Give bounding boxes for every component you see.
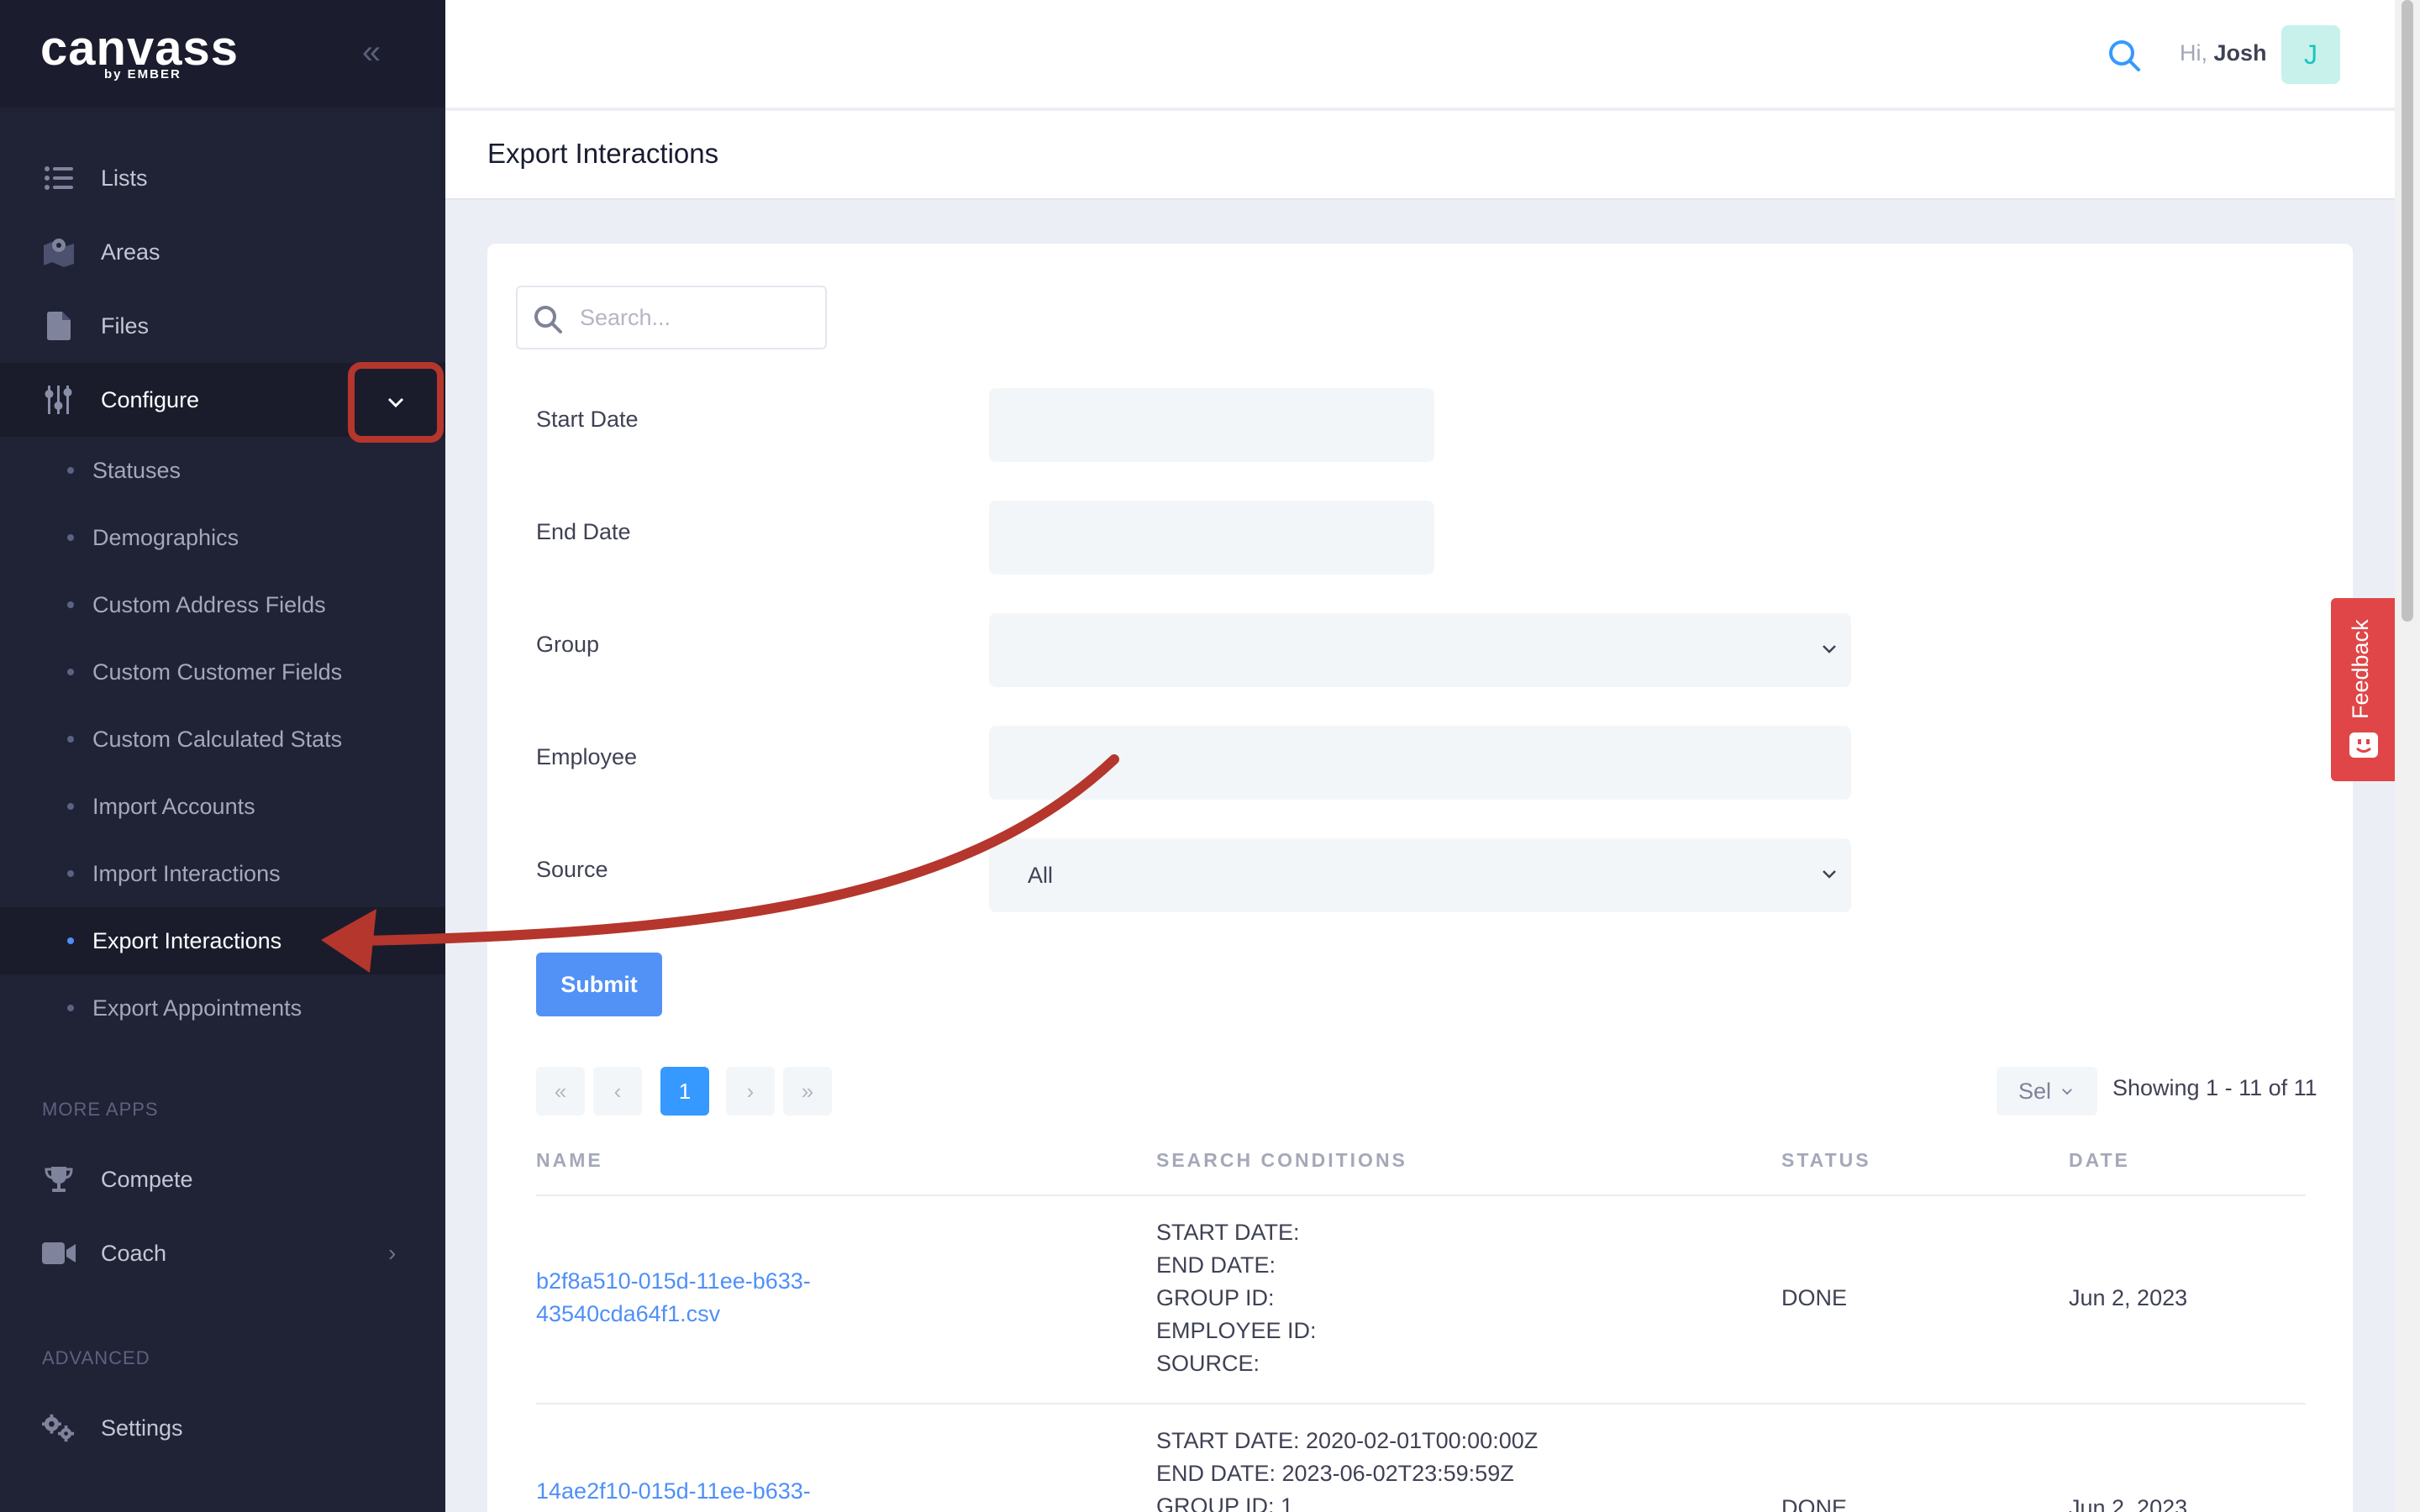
sidebar-item-files[interactable]: Files [0,289,445,363]
table-row-2-status: DONE [1781,1495,1848,1512]
sidebar: canvass by EMBER « Lists Areas Files Con… [0,0,445,1512]
page-title: Export Interactions [487,138,719,169]
source-label: Source [536,857,608,882]
video-icon [42,1236,76,1270]
canvass-logo[interactable]: canvass by EMBER [40,24,239,82]
submit-button[interactable]: Submit [536,953,662,1016]
search-input[interactable] [580,301,815,334]
chevron-down-icon [1823,870,1836,879]
feedback-face-icon [2349,732,2378,758]
start-date-label: Start Date [536,407,639,432]
collapse-sidebar-icon[interactable]: « [353,34,390,71]
column-header-date[interactable]: DATE [2069,1149,2130,1172]
page-scrollbar[interactable] [2395,0,2420,1512]
table-row-1-status: DONE [1781,1285,1848,1310]
search-icon [533,304,563,334]
sidebar-subitem-demographics[interactable]: Demographics [0,504,445,571]
start-date-input[interactable] [989,388,1434,462]
employee-label: Employee [536,744,638,769]
pagination-first-button[interactable]: « [536,1067,585,1116]
map-icon [42,235,76,269]
table-row-1-name-link[interactable]: b2f8a510-015d-11ee-b633- 43540cda64f1.cs… [536,1265,811,1331]
sidebar-item-compete[interactable]: Compete [0,1142,445,1216]
group-select[interactable] [989,613,1851,687]
sidebar-subitem-import-accounts[interactable]: Import Accounts [0,773,445,840]
table-row-1-conditions: START DATE: END DATE: GROUP ID: EMPLOYEE… [1156,1220,1317,1376]
advanced-section-title: ADVANCED [42,1347,150,1368]
subheader: Export Interactions [445,111,2395,200]
feedback-tab[interactable]: Feedback [2331,598,2395,781]
search-icon[interactable] [2107,39,2141,72]
sidebar-subitem-statuses[interactable]: Statuses [0,437,445,504]
table-row-1-date: Jun 2, 2023 [2069,1285,2188,1310]
chevron-right-icon: › [388,1240,397,1266]
table-row-divider [536,1403,2306,1404]
group-label: Group [536,632,600,657]
avatar[interactable]: J [2281,25,2340,84]
chevron-down-icon [387,397,404,407]
gears-icon [42,1411,76,1445]
sidebar-item-coach[interactable]: Coach › [0,1216,445,1290]
table-row-2-name-link[interactable]: 14ae2f10-015d-11ee-b633- [536,1475,811,1508]
pagination-last-button[interactable]: » [783,1067,832,1116]
end-date-label: End Date [536,519,631,544]
column-header-name[interactable]: NAME [536,1149,603,1172]
pagination-summary: Showing 1 - 11 of 11 [2112,1075,2317,1100]
list-icon [42,161,76,195]
sidebar-subitem-export-appointments[interactable]: Export Appointments [0,974,445,1042]
sidebar-item-settings[interactable]: Settings [0,1391,445,1465]
sidebar-brand: canvass by EMBER « [0,0,445,108]
file-icon [42,309,76,343]
table-row-2-date: Jun 2, 2023 [2069,1495,2188,1512]
pagination-page-1[interactable]: 1 [660,1067,709,1116]
end-date-input[interactable] [989,501,1434,575]
scrollbar-thumb[interactable] [2402,0,2413,622]
chevron-down-icon [2062,1089,2072,1095]
sidebar-subitem-custom-customer-fields[interactable]: Custom Customer Fields [0,638,445,706]
table-header-divider [536,1194,2306,1196]
sidebar-item-areas[interactable]: Areas [0,215,445,289]
column-header-search-conditions[interactable]: SEARCH CONDITIONS [1156,1149,1407,1172]
sidebar-subitem-export-interactions[interactable]: Export Interactions [0,907,445,974]
sliders-icon [42,383,76,417]
trophy-icon [42,1163,76,1196]
configure-expand-toggle[interactable] [348,362,444,443]
more-apps-section-title: MORE APPS [42,1099,159,1120]
sidebar-item-lists[interactable]: Lists [0,141,445,215]
sidebar-subitem-import-interactions[interactable]: Import Interactions [0,840,445,907]
column-header-status[interactable]: STATUS [1781,1149,1871,1172]
export-form-card: Start Date End Date Group Employee Sourc… [487,244,2353,1512]
sidebar-subitem-custom-address-fields[interactable]: Custom Address Fields [0,571,445,638]
employee-input[interactable] [989,726,1851,800]
chevron-down-icon [1823,645,1836,654]
per-page-select[interactable]: Sel [1996,1067,2097,1116]
source-select[interactable]: All [989,838,1851,912]
user-greeting[interactable]: Hi, Josh [2180,40,2267,66]
topbar: Hi, Josh J [445,0,2395,109]
search-box[interactable] [516,286,827,349]
pagination-next-button[interactable]: › [726,1067,775,1116]
sidebar-subitem-custom-calculated-stats[interactable]: Custom Calculated Stats [0,706,445,773]
table-row-2-conditions: START DATE: 2020-02-01T00:00:00Z END DAT… [1156,1428,1539,1512]
pagination-prev-button[interactable]: ‹ [593,1067,642,1116]
